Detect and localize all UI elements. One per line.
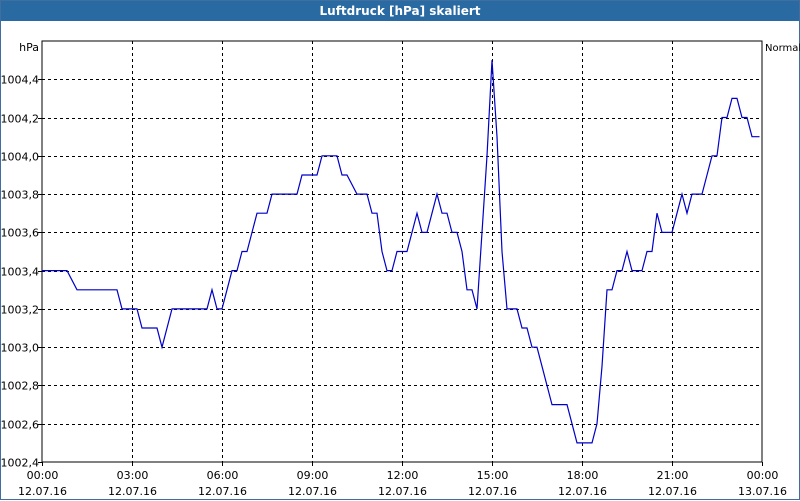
y-tick-label: 1003,2	[1, 304, 39, 317]
legend-entry: Normal	[765, 43, 800, 54]
y-tick-label: 1002,8	[1, 380, 39, 393]
y-axis-label: hPa	[19, 41, 39, 54]
y-tick-label: 1004,0	[1, 151, 39, 164]
x-tick-label-time: 12:00	[387, 469, 419, 482]
y-tick-label: 1002,4	[1, 457, 39, 470]
chart-window: Luftdruck [hPa] skaliert 1002,4 1002,6 100…	[0, 0, 800, 500]
x-tick-label-time: 03:00	[117, 469, 149, 482]
chart-area: 1002,4 1002,6 1002,8 1003,0 1003,2 1003,4 1003…	[1, 40, 800, 498]
x-tick-label-time: 21:00	[657, 469, 689, 482]
x-tick-label-date: 12.07.16	[468, 485, 517, 498]
x-tick-label-date: 12.07.16	[378, 485, 427, 498]
x-tick-label-date: 12.07.16	[648, 485, 697, 498]
y-tick-label: 1003,8	[1, 189, 39, 202]
y-tick-label: 1003,4	[1, 266, 39, 279]
y-tick-label: 1002,6	[1, 419, 39, 432]
x-tick-label-date: 12.07.16	[558, 485, 607, 498]
x-tick-label-time: 00:00	[27, 469, 59, 482]
y-tick-label: 1004,4	[1, 74, 39, 87]
y-tick-label: 1003,0	[1, 342, 39, 355]
x-tick-label-date: 12.07.16	[198, 485, 247, 498]
x-tick-label-time: 15:00	[477, 469, 509, 482]
x-tick-label-date: 13.07.16	[738, 485, 787, 498]
x-tick-label-date: 12.07.16	[288, 485, 337, 498]
x-tick-label-time: 09:00	[297, 469, 329, 482]
x-tick-label-time: 06:00	[207, 469, 239, 482]
x-tick-label-date: 12.07.16	[18, 485, 67, 498]
x-tick-label-date: 12.07.16	[108, 485, 157, 498]
x-tick-label-time: 18:00	[567, 469, 599, 482]
y-tick-label: 1004,2	[1, 113, 39, 126]
y-tick-label: 1003,6	[1, 227, 39, 240]
x-tick-label-time: 00:00	[747, 469, 779, 482]
